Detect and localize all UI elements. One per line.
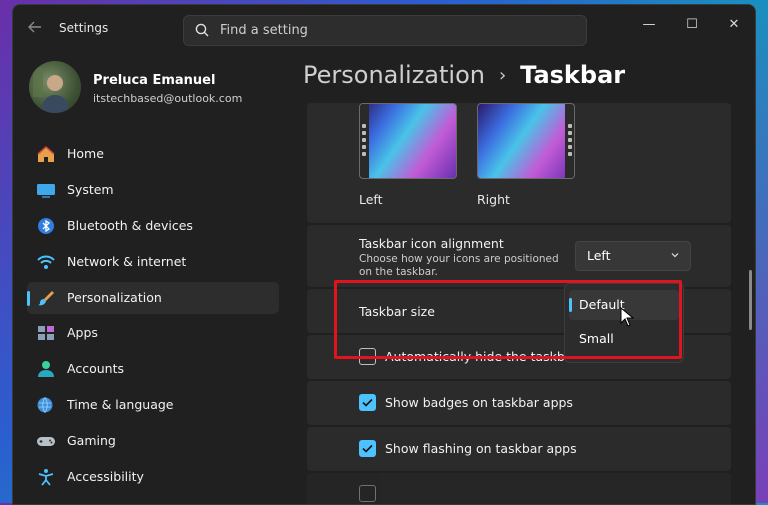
search-icon xyxy=(195,23,209,37)
back-arrow-icon[interactable] xyxy=(27,19,47,39)
sidebar-item-label: Gaming xyxy=(67,433,116,449)
chevron-down-icon xyxy=(671,253,679,258)
breadcrumb: Personalization › Taskbar xyxy=(303,61,625,89)
sidebar-item-gaming[interactable]: Gaming xyxy=(27,425,279,457)
apps-icon xyxy=(38,326,54,341)
sidebar-item-bluetooth[interactable]: Bluetooth & devices xyxy=(27,210,279,242)
sidebar-item-label: Accessibility xyxy=(67,469,144,485)
icon-alignment-title: Taskbar icon alignment xyxy=(359,236,504,251)
mouse-cursor-icon xyxy=(620,307,634,327)
active-indicator xyxy=(27,290,30,306)
flashing-label: Show flashing on taskbar apps xyxy=(385,441,577,456)
left-alignment-thumbnail[interactable] xyxy=(359,103,457,179)
maximize-button[interactable]: ☐ xyxy=(680,15,704,35)
alignment-preview-card: Left Right xyxy=(307,103,731,223)
avatar xyxy=(29,61,81,113)
bluetooth-icon xyxy=(38,217,54,234)
flashing-checkbox[interactable] xyxy=(359,440,376,457)
profile-email: itstechbased@outlook.com xyxy=(93,92,243,105)
accessibility-icon xyxy=(38,469,54,486)
sidebar-item-label: Network & internet xyxy=(67,253,187,269)
globe-icon xyxy=(37,397,53,413)
home-icon xyxy=(37,146,55,162)
account-icon xyxy=(38,361,54,378)
icon-alignment-select[interactable]: Left xyxy=(575,241,691,271)
sidebar-item-accessibility[interactable]: Accessibility xyxy=(27,461,279,493)
sidebar-item-home[interactable]: Home xyxy=(27,138,279,170)
sidebar-item-label: Time & language xyxy=(67,397,174,413)
title-bar: Settings Find a setting — ☐ ✕ xyxy=(13,5,755,53)
badges-row: Show badges on taskbar apps xyxy=(307,381,731,425)
right-thumbnail-label: Right xyxy=(477,192,510,207)
icon-alignment-description: Choose how your icons are positioned on … xyxy=(359,253,559,278)
flashing-row: Show flashing on taskbar apps xyxy=(307,427,731,471)
sidebar-item-apps[interactable]: Apps xyxy=(27,317,279,349)
brush-icon xyxy=(38,290,54,305)
sidebar-nav: Home System Bluetooth & devices Network … xyxy=(27,138,279,497)
sidebar-item-network[interactable]: Network & internet xyxy=(27,246,279,278)
checkmark-icon xyxy=(362,444,373,453)
minimize-button[interactable]: — xyxy=(637,15,661,35)
left-thumbnail-label: Left xyxy=(359,192,383,207)
select-value: Left xyxy=(587,248,611,263)
badges-checkbox[interactable] xyxy=(359,394,376,411)
close-button[interactable]: ✕ xyxy=(722,15,746,35)
search-placeholder: Find a setting xyxy=(220,23,308,38)
wifi-icon xyxy=(37,255,55,269)
sidebar-item-label: Apps xyxy=(67,325,98,341)
search-input[interactable]: Find a setting xyxy=(183,15,587,46)
breadcrumb-parent[interactable]: Personalization xyxy=(303,61,485,89)
sidebar-item-time-language[interactable]: Time & language xyxy=(27,389,279,421)
profile-name: Preluca Emanuel xyxy=(93,73,216,88)
badges-label: Show badges on taskbar apps xyxy=(385,395,573,410)
sidebar-item-label: Accounts xyxy=(67,361,124,377)
next-setting-row xyxy=(307,473,731,504)
checkmark-icon xyxy=(362,398,373,407)
system-icon xyxy=(37,183,55,198)
sidebar-item-label: Personalization xyxy=(67,289,162,305)
sidebar-item-label: Bluetooth & devices xyxy=(67,217,193,233)
icon-alignment-row: Taskbar icon alignment Choose how your i… xyxy=(307,225,731,287)
gamepad-icon xyxy=(37,437,55,447)
sidebar-item-label: System xyxy=(67,181,114,197)
sidebar-item-personalization[interactable]: Personalization xyxy=(27,281,279,314)
right-alignment-thumbnail[interactable] xyxy=(477,103,575,179)
next-setting-checkbox[interactable] xyxy=(359,485,376,502)
page-title: Taskbar xyxy=(520,61,626,89)
sidebar-item-system[interactable]: System xyxy=(27,174,279,206)
chevron-right-icon: › xyxy=(498,65,507,86)
sidebar-item-accounts[interactable]: Accounts xyxy=(27,353,279,385)
scrollbar[interactable] xyxy=(749,270,752,330)
sidebar-item-label: Home xyxy=(67,146,104,161)
settings-window: Settings Find a setting — ☐ ✕ Preluca Em… xyxy=(12,4,756,505)
app-title: Settings xyxy=(59,21,109,35)
